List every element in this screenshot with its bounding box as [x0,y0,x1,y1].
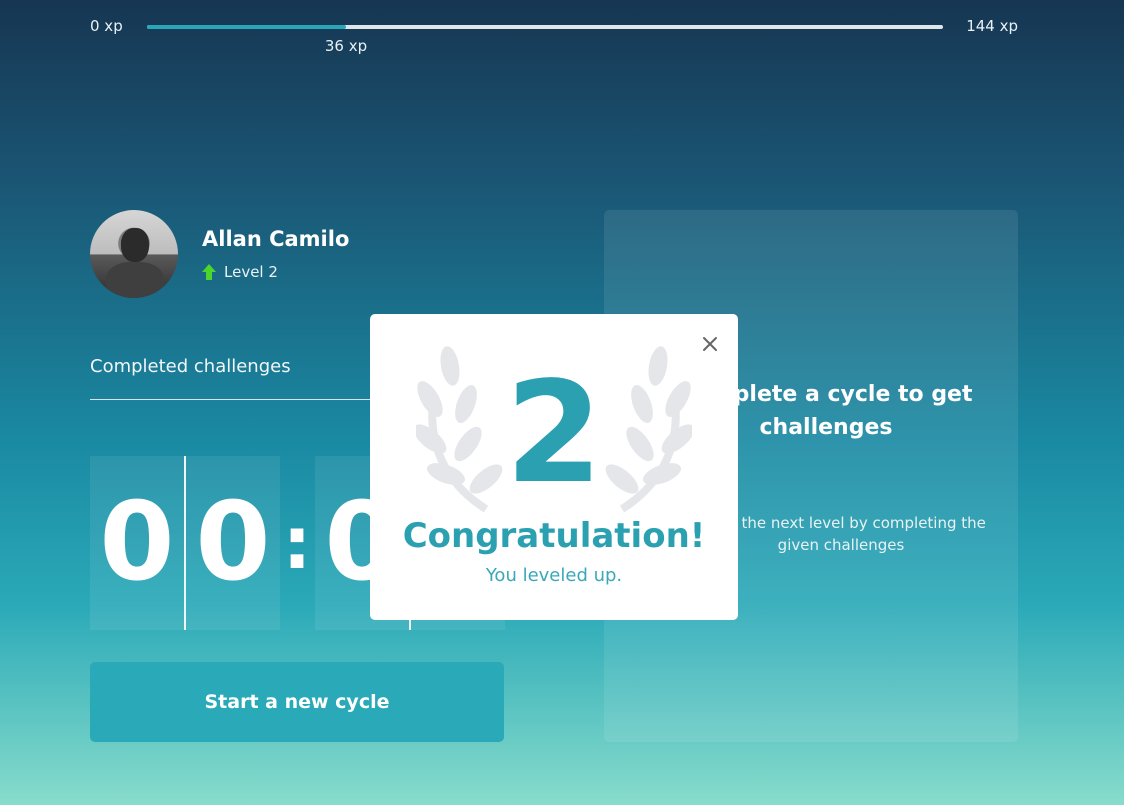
completed-challenges-label: Completed challenges [90,356,291,377]
modal-subtitle: You leveled up. [485,565,623,586]
minute-digit: 0 [184,456,280,630]
avatar [90,210,178,298]
xp-current-label: 36 xp [324,37,368,55]
arrow-up-icon [202,264,216,280]
minutes-display: 0 0 [90,456,280,630]
xp-fill [147,25,346,29]
start-cycle-button[interactable]: Start a new cycle [90,662,504,742]
panel-hint: Go to the next level by completing the g… [696,514,986,554]
minute-digit: 0 [90,456,184,630]
xp-min-label: 0 xp [90,17,123,35]
level-label: Level 2 [224,263,278,281]
user-name: Allan Camilo [202,227,350,251]
modal-title: Congratulation! [402,516,706,556]
close-icon[interactable] [700,334,720,354]
experience-bar: 0 xp 36 xp 144 xp [90,14,1018,55]
xp-track [147,25,943,29]
user-level: Level 2 [202,263,278,281]
level-up-modal: 2 Congratulation! You leveled up. [370,314,738,620]
countdown-separator: : [282,501,312,585]
xp-max-label: 144 xp [966,17,1018,35]
new-level-number: 2 [505,352,603,515]
